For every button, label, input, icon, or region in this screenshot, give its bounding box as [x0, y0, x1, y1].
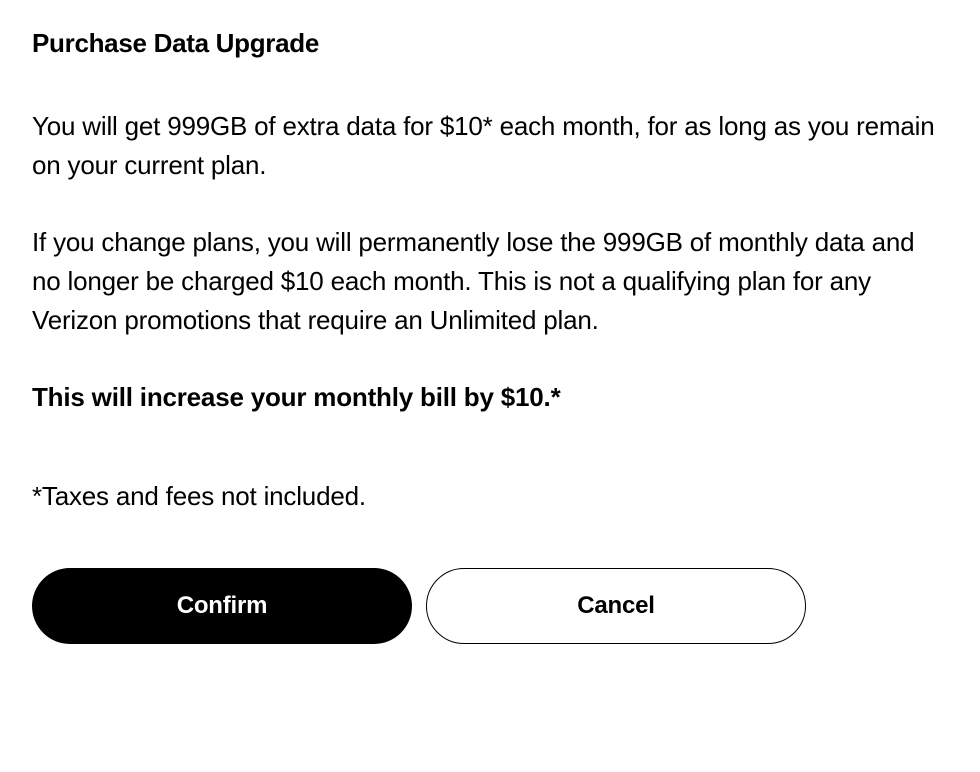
- offer-description-2: If you change plans, you will permanentl…: [32, 223, 948, 340]
- action-button-row: Confirm Cancel: [32, 568, 948, 644]
- taxes-footnote: *Taxes and fees not included.: [32, 477, 948, 516]
- offer-description-1: You will get 999GB of extra data for $10…: [32, 107, 948, 185]
- confirm-button[interactable]: Confirm: [32, 568, 412, 644]
- bill-increase-notice: This will increase your monthly bill by …: [32, 378, 948, 417]
- cancel-button[interactable]: Cancel: [426, 568, 806, 644]
- dialog-title: Purchase Data Upgrade: [32, 28, 948, 59]
